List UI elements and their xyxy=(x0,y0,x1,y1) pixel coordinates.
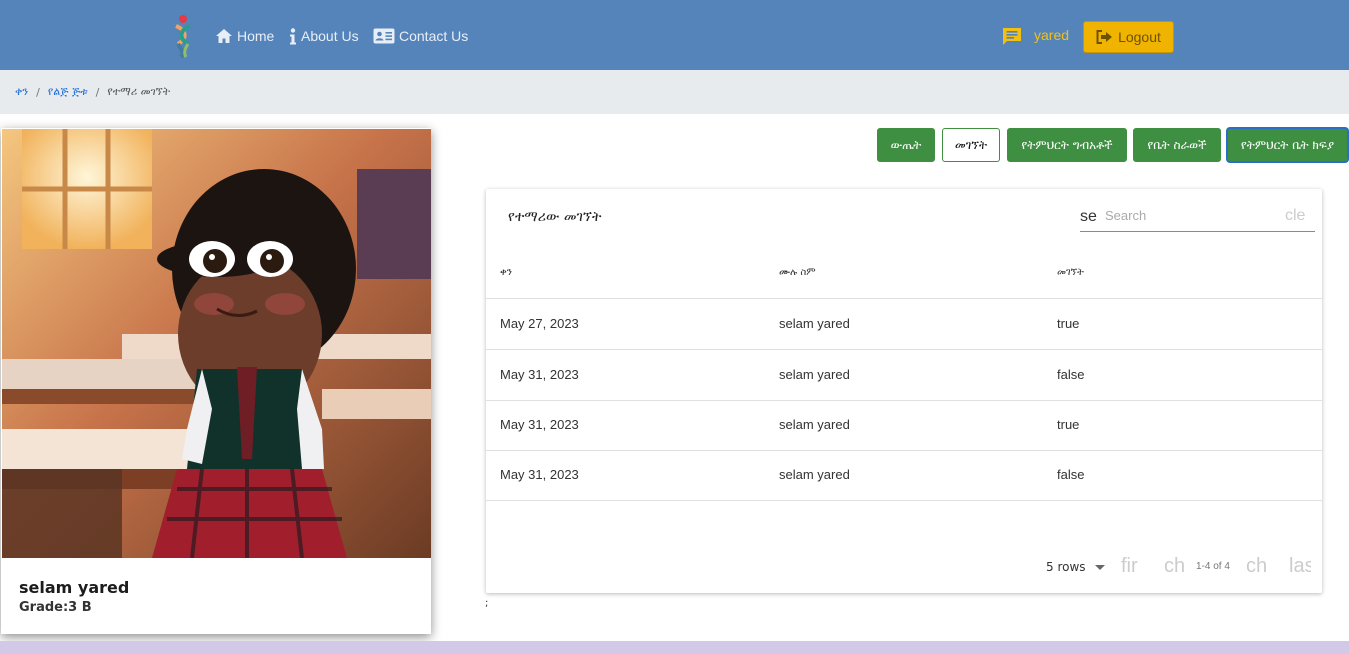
cell-attendance: true xyxy=(1057,316,1080,331)
search-icon: se xyxy=(1080,208,1097,225)
breadcrumb-separator: / xyxy=(95,85,100,99)
nav-contact-label: Contact Us xyxy=(399,28,469,44)
breadcrumb-item-date[interactable]: ቀን xyxy=(15,85,28,99)
breadcrumb-separator: / xyxy=(36,85,40,99)
footer xyxy=(0,641,1349,654)
message-icon[interactable] xyxy=(1002,27,1022,46)
student-photo xyxy=(2,129,431,558)
nav-about-link[interactable]: About Us xyxy=(289,26,359,46)
homework-button[interactable]: የቤት ስራወች xyxy=(1133,128,1221,162)
student-name: selam yared xyxy=(19,578,130,597)
cell-date: May 31, 2023 xyxy=(500,467,579,482)
cell-date: May 27, 2023 xyxy=(500,316,579,331)
contact-card-icon xyxy=(373,28,395,44)
column-header-date[interactable]: ቀን xyxy=(500,267,512,278)
student-card: selam yared Grade:3 B xyxy=(1,128,431,634)
attendance-table-panel: የተማሪው መገኘት se cle ቀን ሙሉ ስም መገኘት May 27, … xyxy=(486,189,1322,593)
home-icon xyxy=(216,29,232,43)
search-input[interactable] xyxy=(1105,208,1275,223)
column-header-fullname[interactable]: ሙሉ ስም xyxy=(779,267,816,278)
attendance-button[interactable]: መገኘት xyxy=(942,128,1000,162)
cell-fullname: selam yared xyxy=(779,417,850,432)
table-row[interactable]: May 27, 2023 selam yared true xyxy=(486,299,1322,350)
last-page-icon[interactable]: las xyxy=(1289,555,1311,578)
breadcrumb: ቀን / የልጅ ጅቱ / የተማሪ መገኘት xyxy=(0,70,1349,114)
cell-attendance: true xyxy=(1057,417,1080,432)
rows-per-page-label: 5 rows xyxy=(1046,560,1086,574)
nav-home-link[interactable]: Home xyxy=(215,26,274,46)
rows-per-page-select[interactable]: 5 rows xyxy=(1046,560,1105,574)
info-icon xyxy=(290,27,296,44)
breadcrumb-item-child[interactable]: የልጅ ጅቱ xyxy=(48,85,88,99)
username-label[interactable]: yared xyxy=(1034,27,1069,43)
clear-icon[interactable]: cle xyxy=(1285,207,1309,225)
cell-fullname: selam yared xyxy=(779,467,850,482)
result-button[interactable]: ውጤት xyxy=(877,128,935,162)
cell-attendance: false xyxy=(1057,467,1085,482)
page-info: 1-4 of 4 xyxy=(1196,561,1230,572)
nav-home-label: Home xyxy=(237,28,275,44)
cell-date: May 31, 2023 xyxy=(500,417,579,432)
cell-date: May 31, 2023 xyxy=(500,367,579,382)
cell-fullname: selam yared xyxy=(779,316,850,331)
learning-materials-button[interactable]: የትምህርት ግብአቶች xyxy=(1007,128,1127,162)
nav-about-label: About Us xyxy=(301,28,359,44)
student-illustration xyxy=(2,129,431,558)
school-fee-button[interactable]: የትምህርት ቤት ክፍያ xyxy=(1227,128,1348,162)
first-page-icon[interactable]: fir xyxy=(1121,555,1145,578)
table-row[interactable]: May 31, 2023 selam yared false xyxy=(486,350,1322,401)
cell-attendance: false xyxy=(1057,367,1085,382)
breadcrumb-item-current: የተማሪ መገኘት xyxy=(107,85,171,98)
cell-fullname: selam yared xyxy=(779,367,850,382)
navbar: Home About Us Contact Us yared Logout xyxy=(0,0,1349,70)
column-header-attendance[interactable]: መገኘት xyxy=(1057,267,1084,278)
chevron-down-icon xyxy=(1094,564,1105,570)
prev-page-icon[interactable]: ch xyxy=(1164,555,1188,578)
student-grade: Grade:3 B xyxy=(19,600,92,615)
logo-icon[interactable] xyxy=(172,14,194,58)
logout-button[interactable]: Logout xyxy=(1083,21,1174,53)
logout-label: Logout xyxy=(1118,29,1161,45)
search-box: se cle xyxy=(1080,204,1315,232)
stray-text: ; xyxy=(485,598,489,609)
next-page-icon[interactable]: ch xyxy=(1246,555,1270,578)
nav-contact-link[interactable]: Contact Us xyxy=(373,26,468,46)
logout-icon xyxy=(1096,30,1113,44)
table-row[interactable]: May 31, 2023 selam yared false xyxy=(486,450,1322,501)
table-title: የተማሪው መገኘት xyxy=(508,209,602,225)
table-row[interactable]: May 31, 2023 selam yared true xyxy=(486,400,1322,451)
